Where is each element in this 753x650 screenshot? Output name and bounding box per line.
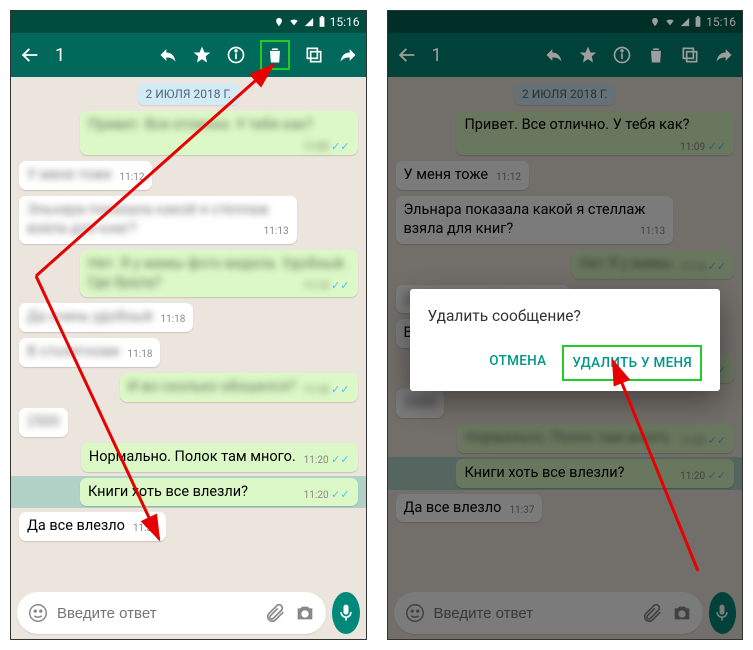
input-bar — [11, 587, 366, 639]
message-out[interactable]: И во сколько обошелся?11:18 ✓✓ — [120, 373, 358, 402]
back-icon[interactable] — [19, 44, 41, 66]
copy-icon[interactable] — [304, 45, 324, 65]
chat-area: 2 ИЮЛЯ 2018 Г. Привет. Все отлично. У те… — [11, 77, 366, 587]
message-out[interactable]: Нет. Я у мамы фото видела. Удобный. Где … — [80, 250, 358, 298]
reply-icon[interactable] — [158, 45, 178, 65]
date-chip: 2 ИЮЛЯ 2018 Г. — [138, 83, 239, 105]
delete-dialog: Удалить сообщение? ОТМЕНА УДАЛИТЬ У МЕНЯ — [410, 289, 721, 391]
camera-icon[interactable] — [294, 602, 316, 624]
dialog-title: Удалить сообщение? — [428, 307, 703, 325]
selected-message-row[interactable]: Книги хоть все влезли?11:20 ✓✓ — [11, 476, 366, 509]
message-in[interactable]: Да все влезло11:37 — [19, 512, 166, 541]
location-icon — [274, 17, 284, 27]
message-input[interactable] — [57, 605, 256, 622]
message-in[interactable]: 2500 — [19, 408, 68, 437]
info-icon[interactable] — [226, 45, 246, 65]
forward-icon[interactable] — [338, 45, 358, 65]
phone-right-screenshot: 15:16 1 2 ИЮЛЯ 2018 Г. Привет. Все отлич… — [387, 10, 744, 640]
star-icon[interactable] — [192, 45, 212, 65]
status-bar: 15:16 — [11, 11, 366, 33]
message-out-selected[interactable]: Книги хоть все влезли?11:20 ✓✓ — [80, 478, 358, 507]
delete-icon[interactable] — [260, 40, 290, 70]
message-out[interactable]: Привет. Все отлично. У тебя как?11:09 ✓✓ — [80, 111, 358, 155]
selection-count: 1 — [55, 45, 65, 66]
selection-app-bar: 1 — [11, 33, 366, 77]
delete-for-me-button[interactable]: УДАЛИТЬ У МЕНЯ — [562, 345, 702, 381]
message-out[interactable]: Нормально. Полок там много.11:20 ✓✓ — [81, 443, 358, 472]
message-in[interactable]: В столитхоме11:18 — [19, 338, 160, 367]
status-time: 15:16 — [330, 15, 360, 29]
attach-icon[interactable] — [264, 602, 286, 624]
message-in[interactable]: Да очень удобный11:18 — [19, 303, 193, 332]
signal-icon — [304, 17, 314, 27]
cancel-button[interactable]: ОТМЕНА — [481, 345, 554, 381]
battery-icon — [318, 16, 326, 28]
wifi-icon — [288, 17, 300, 27]
phone-left-screenshot: 15:16 1 2 ИЮЛЯ 2018 Г. Привет. Все отлич… — [10, 10, 367, 640]
message-in[interactable]: У меня тоже11:12 — [19, 161, 152, 190]
message-in[interactable]: Эльнара показала какой я стеллаж взяла д… — [19, 196, 297, 244]
emoji-icon[interactable] — [27, 602, 49, 624]
mic-button[interactable] — [332, 592, 360, 634]
message-input-container[interactable] — [17, 592, 326, 634]
